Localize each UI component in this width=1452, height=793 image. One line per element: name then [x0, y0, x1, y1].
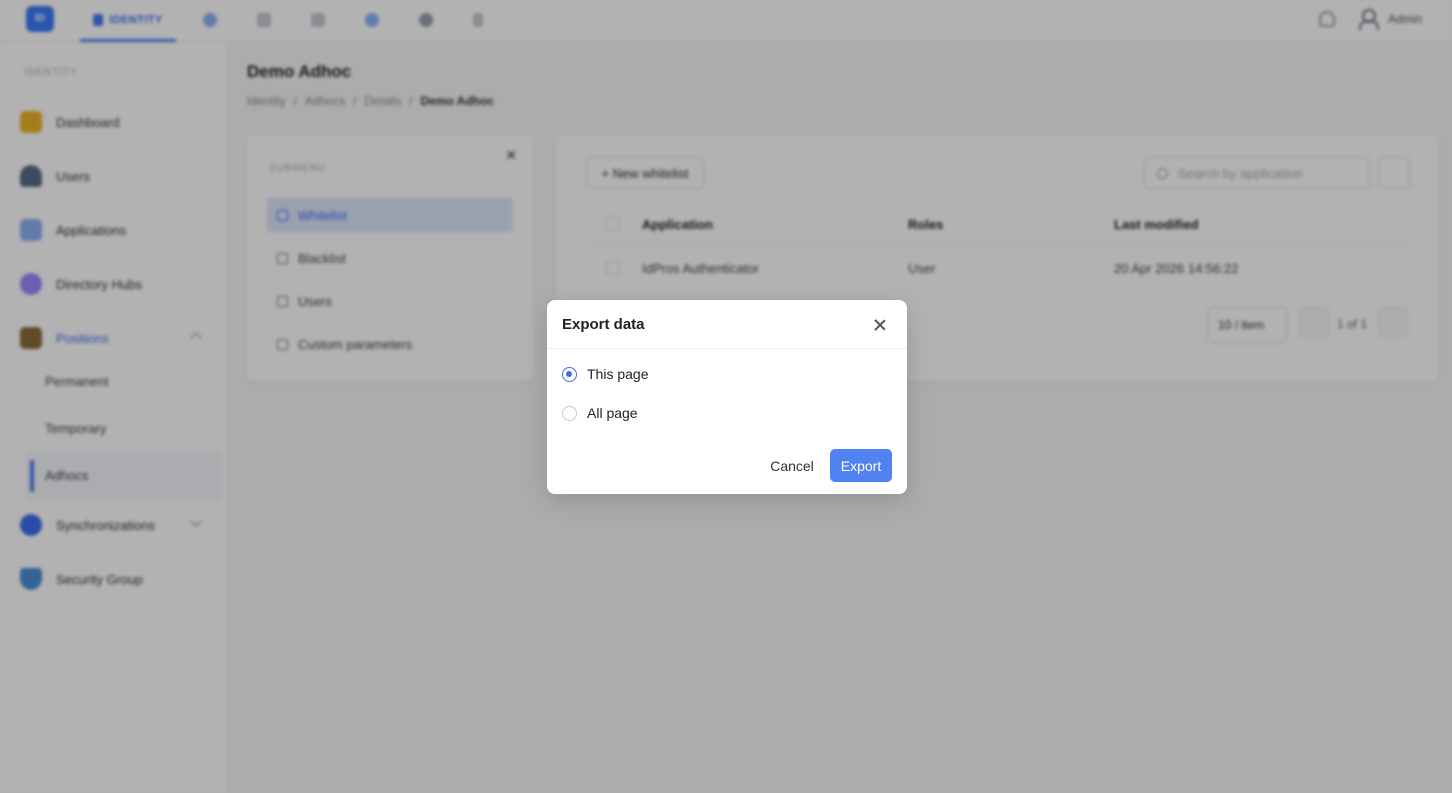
radio-all-page[interactable] — [562, 405, 577, 421]
cancel-button[interactable]: Cancel — [760, 450, 824, 482]
export-button[interactable]: Export — [830, 449, 892, 482]
export-data-dialog: Export data This page All page Cancel Ex… — [547, 300, 907, 494]
modal-header: Export data — [547, 300, 907, 349]
radio-this-page[interactable] — [562, 366, 577, 382]
option-this-page[interactable]: This page — [562, 366, 648, 382]
close-icon[interactable] — [873, 318, 887, 332]
option-this-page-label: This page — [587, 366, 649, 382]
modal-title: Export data — [562, 316, 645, 333]
option-all-page-label: All page — [587, 405, 638, 421]
option-all-page[interactable]: All page — [562, 405, 638, 421]
